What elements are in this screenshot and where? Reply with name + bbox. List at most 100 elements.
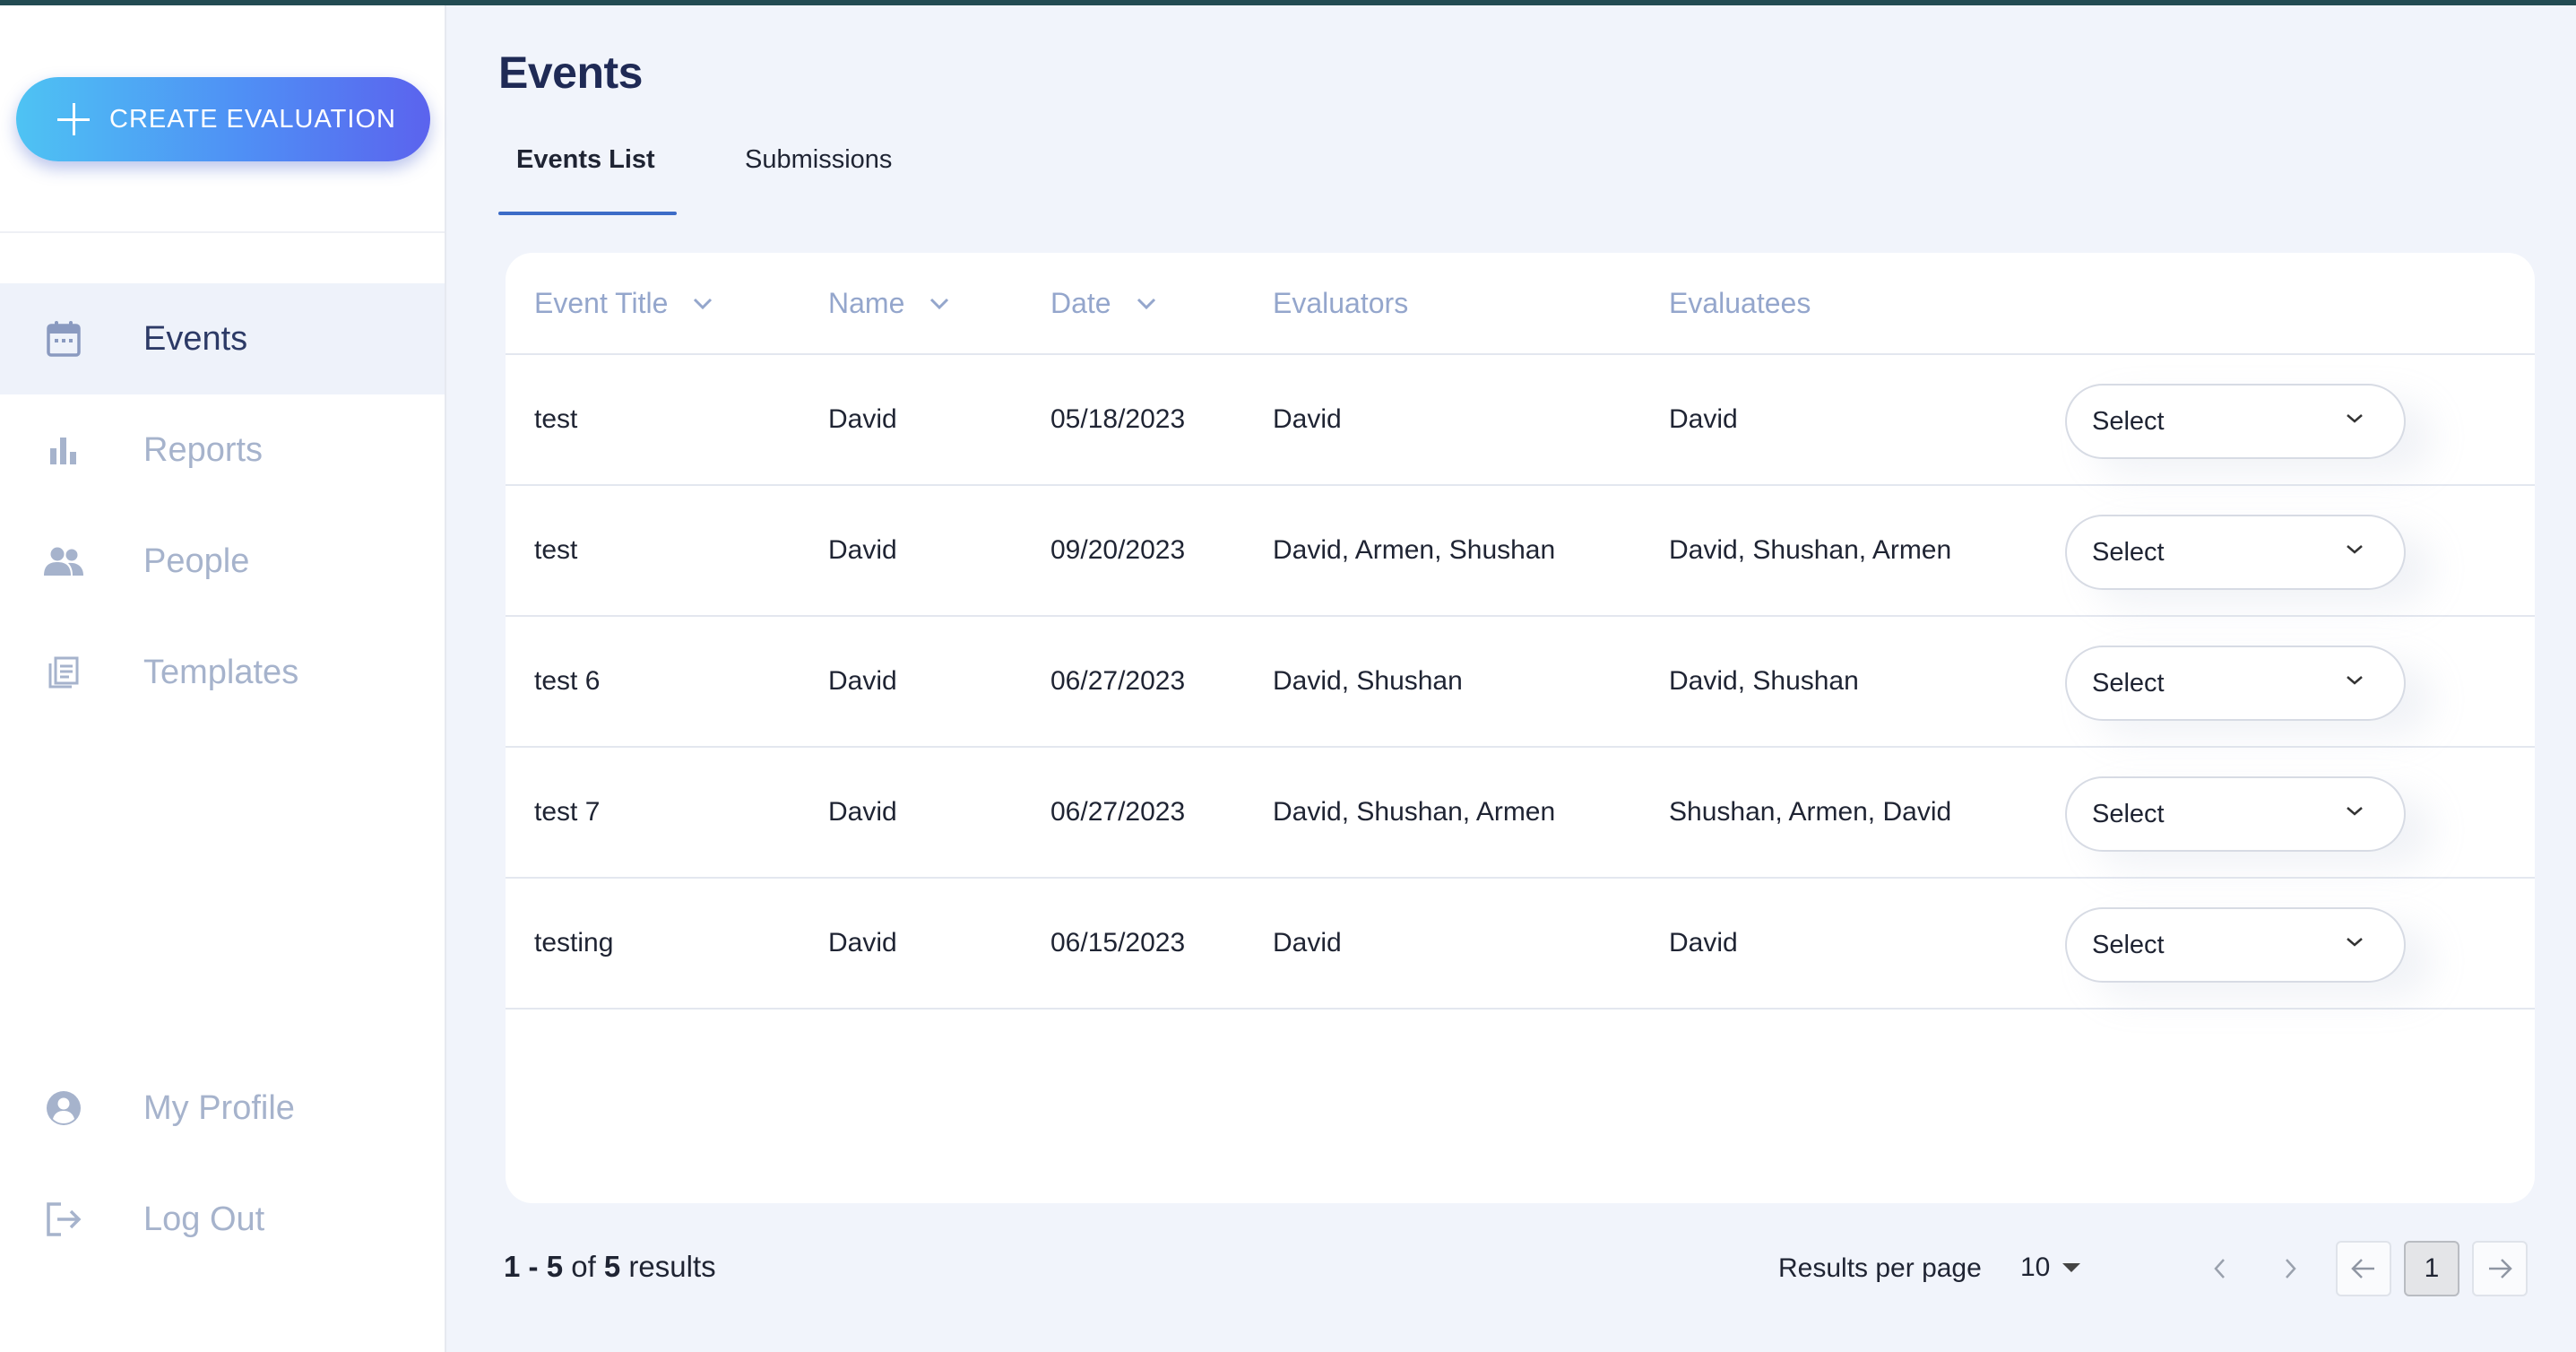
- sidebar-item-reports[interactable]: Reports: [0, 394, 445, 506]
- cell-event-title: test 6: [534, 666, 601, 696]
- cell-evaluators: David, Armen, Shushan: [1273, 535, 1556, 565]
- select-value: Select: [2092, 406, 2165, 436]
- column-header-event-title[interactable]: Event Title: [534, 287, 713, 320]
- logout-icon: [43, 1199, 84, 1240]
- column-header-name[interactable]: Name: [828, 287, 949, 320]
- select-value: Select: [2092, 537, 2165, 567]
- sidebar-divider: [0, 231, 445, 233]
- template-icon: [43, 652, 84, 693]
- chevron-down-icon: [2345, 805, 2364, 822]
- cell-date: 09/20/2023: [1050, 535, 1186, 565]
- sort-chevron-icon: [929, 298, 949, 310]
- row-action-select[interactable]: Select: [2065, 646, 2406, 721]
- cell-event-title: testing: [534, 928, 614, 958]
- cell-evaluators: David, Shushan: [1273, 666, 1463, 696]
- people-icon: [43, 541, 84, 582]
- cell-name: David: [828, 535, 897, 565]
- cell-evaluators: David, Shushan, Armen: [1273, 797, 1556, 827]
- cell-evaluatees: David, Shushan, Armen: [1669, 535, 1952, 565]
- table-row: testing David 06/15/2023 David David Sel…: [506, 879, 2535, 1010]
- previous-page-button[interactable]: [2192, 1241, 2248, 1296]
- of-text: of: [563, 1250, 604, 1283]
- chevron-down-icon: [2345, 674, 2364, 691]
- results-total: 5: [603, 1250, 621, 1283]
- arrow-right-icon: [2489, 1259, 2512, 1278]
- chevron-right-icon: [2286, 1259, 2296, 1278]
- table-row: test David 05/18/2023 David David Select: [506, 355, 2535, 486]
- range-end: 5: [546, 1250, 564, 1283]
- caret-down-icon: [2062, 1263, 2081, 1272]
- sidebar: CREATE EVALUATION Events Reports People …: [0, 5, 446, 1352]
- cell-date: 05/18/2023: [1050, 404, 1186, 434]
- column-header-label: Event Title: [534, 287, 669, 319]
- create-evaluation-label: CREATE EVALUATION: [109, 104, 396, 134]
- plus-icon: [56, 101, 91, 137]
- sidebar-item-events[interactable]: Events: [0, 283, 445, 394]
- arrow-left-icon: [2351, 1259, 2374, 1278]
- create-evaluation-button[interactable]: CREATE EVALUATION: [16, 77, 430, 161]
- cell-name: David: [828, 666, 897, 696]
- chevron-down-icon: [2345, 936, 2364, 953]
- active-tab-indicator: [498, 212, 677, 215]
- range-start: 1: [504, 1250, 521, 1283]
- cell-evaluatees: Shushan, Armen, David: [1669, 797, 1952, 827]
- chevron-down-icon: [2345, 412, 2364, 429]
- first-page-button[interactable]: [2336, 1241, 2391, 1296]
- row-action-select[interactable]: Select: [2065, 907, 2406, 983]
- page-number-button[interactable]: 1: [2404, 1241, 2459, 1296]
- range-separator: -: [520, 1250, 547, 1283]
- column-header-label: Name: [828, 287, 905, 319]
- bar-chart-icon: [43, 429, 84, 471]
- row-action-select[interactable]: Select: [2065, 515, 2406, 590]
- profile-icon: [43, 1088, 84, 1129]
- cell-evaluators: David: [1273, 928, 1342, 958]
- calendar-icon: [43, 318, 84, 360]
- select-value: Select: [2092, 799, 2165, 828]
- results-count: 1 - 5 of 5 results: [504, 1250, 716, 1284]
- table-row: test David 09/20/2023 David, Armen, Shus…: [506, 486, 2535, 617]
- cell-evaluatees: David, Shushan: [1669, 666, 1859, 696]
- sort-chevron-icon: [693, 298, 713, 310]
- results-per-page-label: Results per page: [1778, 1253, 1982, 1283]
- column-header-label: Date: [1050, 287, 1111, 319]
- next-page-button[interactable]: [2262, 1241, 2318, 1296]
- select-value: Select: [2092, 930, 2165, 959]
- sidebar-item-my-profile[interactable]: My Profile: [0, 1053, 445, 1164]
- column-header-date[interactable]: Date: [1050, 287, 1156, 320]
- sidebar-item-label: Templates: [143, 653, 299, 691]
- sidebar-item-templates[interactable]: Templates: [0, 617, 445, 728]
- column-header-evaluators: Evaluators: [1273, 287, 1409, 319]
- cell-date: 06/27/2023: [1050, 666, 1186, 696]
- chevron-down-icon: [2345, 543, 2364, 560]
- cell-event-title: test: [534, 404, 578, 434]
- sidebar-item-label: Events: [143, 319, 248, 358]
- select-value: Select: [2092, 668, 2165, 698]
- row-action-select[interactable]: Select: [2065, 776, 2406, 852]
- table-row: test 7 David 06/27/2023 David, Shushan, …: [506, 748, 2535, 879]
- cell-event-title: test: [534, 535, 578, 565]
- cell-name: David: [828, 928, 897, 958]
- sidebar-item-label: People: [143, 542, 250, 580]
- cell-name: David: [828, 404, 897, 434]
- sort-chevron-icon: [1137, 298, 1156, 310]
- sidebar-item-label: My Profile: [143, 1088, 295, 1127]
- sidebar-item-people[interactable]: People: [0, 506, 445, 617]
- cell-date: 06/15/2023: [1050, 928, 1186, 958]
- top-border: [0, 0, 2576, 5]
- last-page-button[interactable]: [2472, 1241, 2528, 1296]
- tab-events-list[interactable]: Events List: [516, 134, 655, 215]
- cell-event-title: test 7: [534, 797, 601, 827]
- column-header-evaluatees: Evaluatees: [1669, 287, 1811, 319]
- results-per-page-select[interactable]: 10: [2020, 1248, 2081, 1287]
- tab-submissions[interactable]: Submissions: [745, 134, 892, 215]
- cell-date: 06/27/2023: [1050, 797, 1186, 827]
- results-word: results: [620, 1250, 716, 1283]
- row-action-select[interactable]: Select: [2065, 384, 2406, 459]
- chevron-left-icon: [2214, 1259, 2225, 1278]
- cell-evaluatees: David: [1669, 404, 1738, 434]
- sidebar-item-log-out[interactable]: Log Out: [0, 1164, 445, 1275]
- cell-evaluators: David: [1273, 404, 1342, 434]
- results-per-page-value: 10: [2020, 1252, 2051, 1282]
- sidebar-item-label: Log Out: [143, 1200, 265, 1238]
- cell-evaluatees: David: [1669, 928, 1738, 958]
